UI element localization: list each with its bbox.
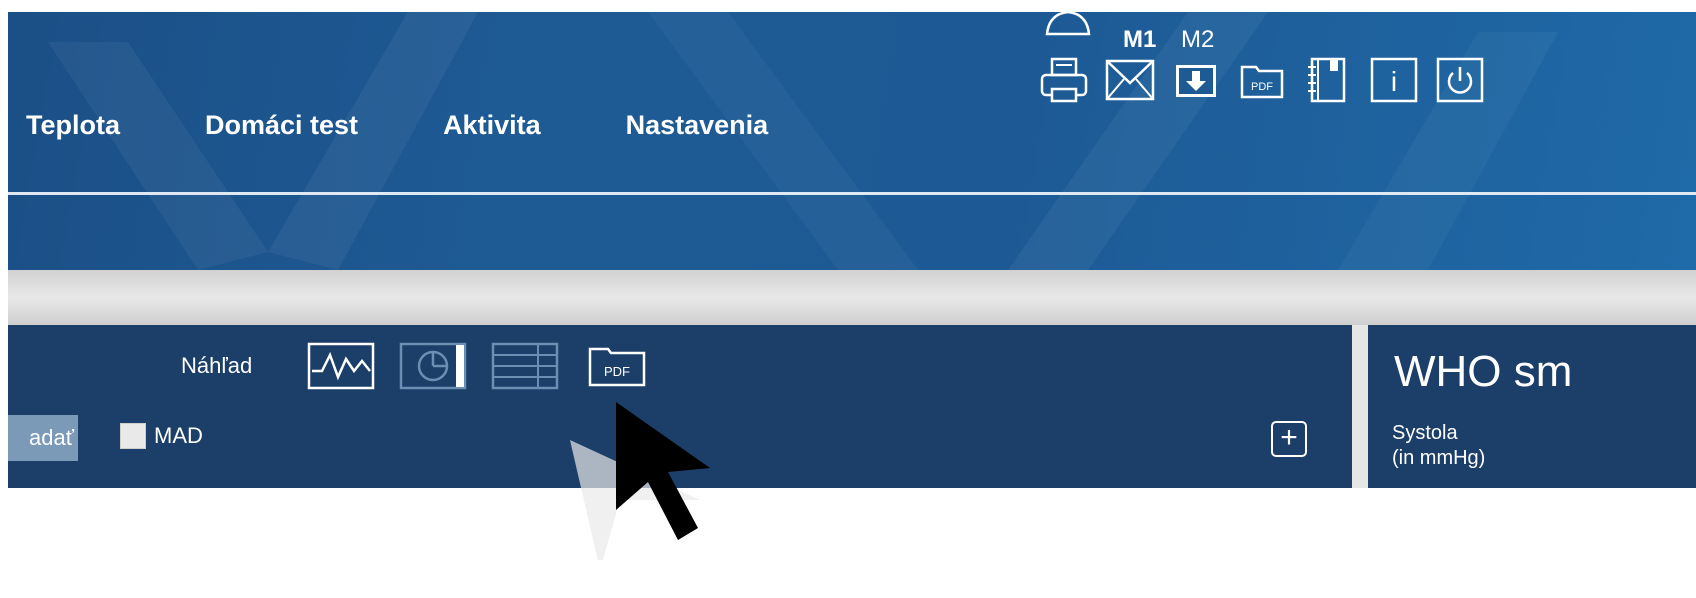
gray-separator-bar (8, 270, 1696, 325)
systola-unit: (in mmHg) (1392, 447, 1486, 469)
memory-m2-toggle[interactable]: M2 (1181, 26, 1214, 53)
panel-separator (1352, 325, 1368, 488)
app-header: M1 M2 PDF i Teplota Domáci test Aktivita… (8, 12, 1696, 270)
pdf-export-label: PDF (1251, 81, 1273, 93)
download-button[interactable] (1170, 55, 1222, 105)
view-line-chart-button[interactable] (306, 341, 376, 391)
mad-checkbox-group[interactable]: MAD (120, 423, 203, 449)
search-button[interactable]: adať (8, 415, 78, 461)
nav-item-aktivita[interactable]: Aktivita (443, 110, 541, 141)
memory-m1-toggle[interactable]: M1 (1123, 26, 1156, 53)
nav-item-domaci-test[interactable]: Domáci test (205, 110, 358, 141)
notebook-icon (1308, 57, 1346, 103)
info-button[interactable]: i (1368, 55, 1420, 105)
user-profile-icon[interactable] (1043, 12, 1093, 40)
mouse-cursor-icon (570, 402, 710, 560)
envelope-icon (1105, 59, 1155, 101)
systola-name: Systola (1392, 422, 1458, 444)
systola-label: Systola (in mmHg) (1392, 421, 1485, 471)
pdf-icon: PDF (588, 347, 646, 387)
memory-selector: M1 M2 (1123, 26, 1232, 54)
line-chart-icon (307, 342, 375, 390)
view-pdf-button[interactable]: PDF (582, 341, 652, 391)
view-table-button[interactable] (490, 341, 560, 391)
info-label: i (1391, 66, 1397, 97)
add-button[interactable]: + (1271, 421, 1307, 457)
table-icon (491, 342, 559, 390)
printer-icon (1040, 57, 1088, 103)
header-toolbar: PDF i (1038, 55, 1486, 105)
who-panel: WHO sm Systola (in mmHg) (1368, 325, 1696, 488)
pie-chart-icon (399, 342, 467, 390)
view-pdf-label: PDF (604, 364, 630, 379)
nav-item-teplota[interactable]: Teplota (26, 110, 120, 141)
mad-label: MAD (154, 423, 203, 448)
notebook-button[interactable] (1302, 55, 1354, 105)
download-icon (1176, 65, 1216, 97)
preview-label: Náhľad (181, 353, 253, 378)
nav-item-nastavenia[interactable]: Nastavenia (626, 110, 769, 141)
preview-view-switcher: PDF (306, 341, 652, 391)
main-nav: Teplota Domáci test Aktivita Nastavenia (8, 110, 835, 141)
email-button[interactable] (1104, 55, 1156, 105)
power-icon (1436, 57, 1484, 103)
header-background-pattern (48, 12, 1558, 270)
who-panel-title: WHO sm (1394, 347, 1573, 396)
mad-checkbox[interactable] (120, 423, 146, 449)
info-icon: i (1370, 57, 1418, 103)
view-pie-chart-button[interactable] (398, 341, 468, 391)
nav-divider (8, 192, 1696, 195)
print-button[interactable] (1038, 55, 1090, 105)
pdf-export-button[interactable]: PDF (1236, 55, 1288, 105)
power-button[interactable] (1434, 55, 1486, 105)
pdf-icon: PDF (1240, 65, 1284, 99)
